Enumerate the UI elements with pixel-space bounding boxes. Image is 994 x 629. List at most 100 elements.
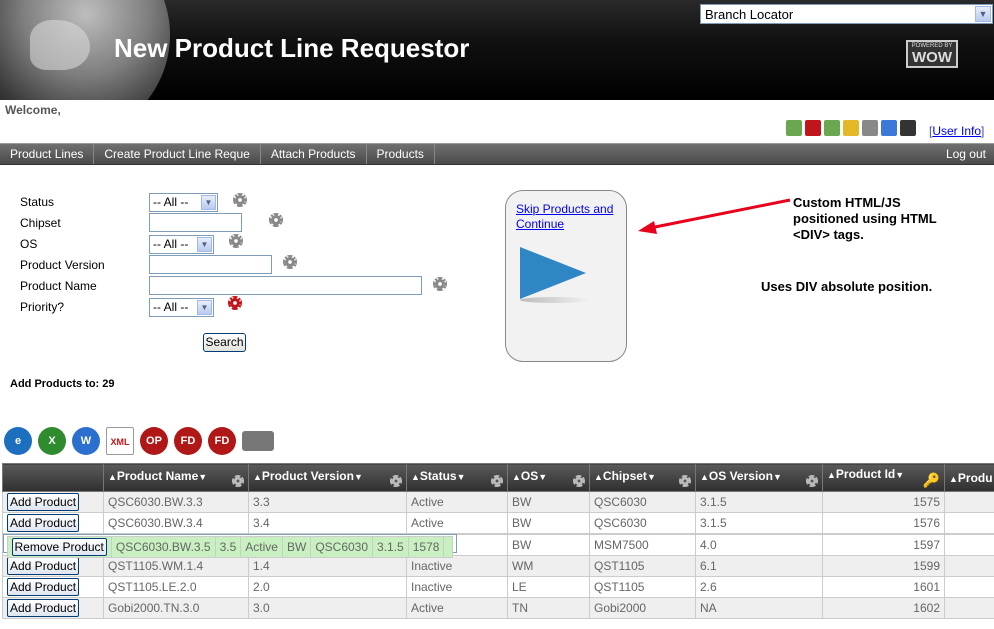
- excel-icon[interactable]: X: [38, 427, 66, 455]
- cell-extra: [944, 597, 994, 619]
- cell-osver: 4.0: [695, 534, 823, 556]
- cell-chipset: QSC6030: [589, 491, 696, 513]
- cell-version: 3.3: [248, 491, 407, 513]
- cell-id: 1597: [822, 534, 945, 556]
- product-name-input[interactable]: [149, 276, 422, 295]
- column-header-os[interactable]: ▲OS▼: [507, 463, 590, 492]
- cell-name: QSC6030.BW.3.5: [110, 536, 216, 558]
- cell-os: BW: [507, 534, 590, 556]
- cell-osver: NA: [695, 597, 823, 619]
- nav-products[interactable]: Products: [367, 144, 435, 164]
- cell-action: Add Product: [2, 597, 104, 619]
- add-product-button[interactable]: Add Product: [7, 578, 80, 596]
- column-header-produ[interactable]: ▲Produ: [944, 463, 994, 492]
- chart-icon[interactable]: [881, 120, 897, 136]
- play-shadow: [520, 297, 590, 303]
- xml-icon[interactable]: XML: [106, 427, 134, 455]
- action-column-header: [2, 463, 104, 492]
- cell-action: Remove Product: [6, 536, 112, 558]
- add-product-button[interactable]: Add Product: [7, 557, 80, 575]
- os-select[interactable]: -- All -- ▼: [149, 235, 214, 254]
- cell-version: 3.4: [248, 512, 407, 534]
- cell-status: Active: [406, 597, 508, 619]
- gear-icon: [573, 474, 585, 487]
- welcome-text: Welcome,: [5, 103, 61, 117]
- branch-locator-select[interactable]: Branch Locator ▼: [700, 4, 993, 24]
- printer-icon[interactable]: [242, 431, 274, 451]
- cell-id: 1601: [822, 576, 945, 598]
- table-row: Add Product Gobi2000.TN.3.0 3.0 Active TN Gob…: [2, 597, 994, 619]
- main-nav: Product Lines Create Product Line Reque …: [0, 143, 994, 165]
- spreadsheet-icon[interactable]: [824, 120, 840, 136]
- column-header-product-version[interactable]: ▲Product Version▼: [248, 463, 407, 492]
- fd-icon[interactable]: FD: [174, 427, 202, 455]
- chipset-gear-icon[interactable]: [269, 213, 283, 227]
- products-table: ▲Product Name▼ ▲Product Version▼ ▲Status…: [2, 463, 994, 619]
- cell-version: 1.4: [248, 555, 407, 577]
- column-header-product-name[interactable]: ▲Product Name▼: [103, 463, 249, 492]
- cell-action: Add Product: [2, 512, 104, 534]
- logout-link[interactable]: Log out: [946, 144, 986, 164]
- priority-select[interactable]: -- All -- ▼: [149, 298, 214, 317]
- chevron-down-icon: ▼: [975, 6, 991, 22]
- cell-extra: [443, 536, 454, 558]
- comment-icon[interactable]: [786, 120, 802, 136]
- skip-products-link[interactable]: Skip Products and Continue: [516, 202, 624, 232]
- table-row: Add Product QST1105.LE.2.0 2.0 Inactive LE QS…: [2, 576, 994, 598]
- database-icon[interactable]: [843, 120, 859, 136]
- column-header-os-version[interactable]: ▲OS Version▼: [695, 463, 823, 492]
- remove-product-button[interactable]: Remove Product: [11, 538, 107, 556]
- cell-os: LE: [507, 576, 590, 598]
- cell-action: Add Product: [2, 491, 104, 513]
- add-product-button[interactable]: Add Product: [7, 493, 80, 511]
- table-row: Add Product QSC6030.BW.3.3 3.3 Active BW QSC6…: [2, 491, 994, 513]
- user-info-link[interactable]: User Info: [932, 124, 981, 138]
- gear-icon: [679, 474, 691, 487]
- search-button[interactable]: Search: [203, 333, 246, 352]
- chipset-input[interactable]: [149, 213, 242, 232]
- column-header-product-id[interactable]: ▲Product Id▼ 🔑: [822, 463, 945, 492]
- column-header-chipset[interactable]: ▲Chipset▼: [589, 463, 696, 492]
- status-gear-icon[interactable]: [233, 193, 247, 207]
- edit-icon[interactable]: [862, 120, 878, 136]
- fd-alt-icon[interactable]: FD: [208, 427, 236, 455]
- product-name-gear-icon[interactable]: [433, 277, 447, 291]
- cell-id: 1576: [822, 512, 945, 534]
- gear-icon: [232, 474, 244, 487]
- gear-icon: [491, 474, 503, 487]
- op-icon[interactable]: OP: [140, 427, 168, 455]
- word-icon[interactable]: W: [72, 427, 100, 455]
- add-product-button[interactable]: Add Product: [7, 599, 80, 617]
- key-icon: 🔑: [922, 471, 940, 488]
- product-version-input[interactable]: [149, 255, 272, 274]
- chevron-down-icon: ▼: [197, 300, 212, 315]
- os-gear-icon[interactable]: [229, 234, 243, 248]
- chipset-label: Chipset: [20, 216, 61, 230]
- gear-icon: [390, 474, 402, 487]
- product-version-gear-icon[interactable]: [283, 255, 297, 269]
- cell-os: BW: [281, 536, 312, 558]
- priority-gear-icon[interactable]: [228, 296, 242, 310]
- app-header: New Product Line Requestor Branch Locato…: [0, 0, 994, 100]
- op-report-icon[interactable]: [805, 120, 821, 136]
- user-info: [User Info]: [929, 124, 985, 138]
- column-header-status[interactable]: ▲Status▼: [406, 463, 508, 492]
- product-version-label: Product Version: [20, 258, 105, 272]
- app-title: New Product Line Requestor: [114, 33, 470, 63]
- nav-create-product-line-request[interactable]: Create Product Line Reque: [94, 144, 261, 164]
- status-select[interactable]: -- All -- ▼: [149, 193, 218, 212]
- cell-osver: 2.6: [695, 576, 823, 598]
- cell-action: Add Product: [2, 576, 104, 598]
- os-label: OS: [20, 237, 38, 251]
- ie-icon[interactable]: e: [4, 427, 32, 455]
- add-product-button[interactable]: Add Product: [7, 514, 80, 532]
- cell-id: 1602: [822, 597, 945, 619]
- cell-osver: 3.1.5: [695, 512, 823, 534]
- play-icon[interactable]: [520, 247, 586, 299]
- skip-products-panel: Skip Products and Continue: [505, 190, 627, 362]
- cell-action: Add Product: [2, 555, 104, 577]
- sql-icon[interactable]: [900, 120, 916, 136]
- nav-attach-products[interactable]: Attach Products: [261, 144, 367, 164]
- nav-product-lines[interactable]: Product Lines: [0, 144, 95, 164]
- add-products-to-text: Add Products to: 29: [10, 378, 115, 390]
